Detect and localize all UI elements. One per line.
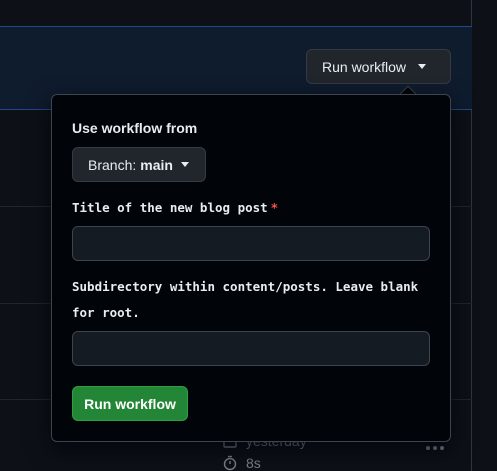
required-asterisk: * xyxy=(270,200,279,215)
right-gutter xyxy=(473,0,497,471)
title-field-label: Title of the new blog post * xyxy=(72,195,422,221)
run-workflow-dropdown-button[interactable]: Run workflow xyxy=(306,49,451,84)
branch-prefix: Branch: xyxy=(88,156,137,173)
run-workflow-submit-button[interactable]: Run workflow xyxy=(72,386,188,421)
title-input[interactable] xyxy=(72,226,430,261)
branch-select-button[interactable]: Branch: main xyxy=(72,147,206,182)
title-field-label-text: Title of the new blog post xyxy=(72,200,268,215)
branch-name: main xyxy=(140,156,173,173)
popover-heading: Use workflow from xyxy=(72,120,198,136)
stopwatch-icon xyxy=(223,455,237,471)
caret-down-icon xyxy=(418,64,427,69)
subdirectory-input[interactable] xyxy=(72,331,430,366)
run-workflow-popover: Use workflow from Branch: main Title of … xyxy=(51,94,451,442)
kebab-icon[interactable] xyxy=(426,446,444,450)
run-workflow-label: Run workflow xyxy=(322,58,407,75)
subdirectory-field-label: Subdirectory within content/posts. Leave… xyxy=(72,279,419,320)
run-duration: 8s xyxy=(246,455,261,471)
caret-down-icon xyxy=(180,162,189,167)
